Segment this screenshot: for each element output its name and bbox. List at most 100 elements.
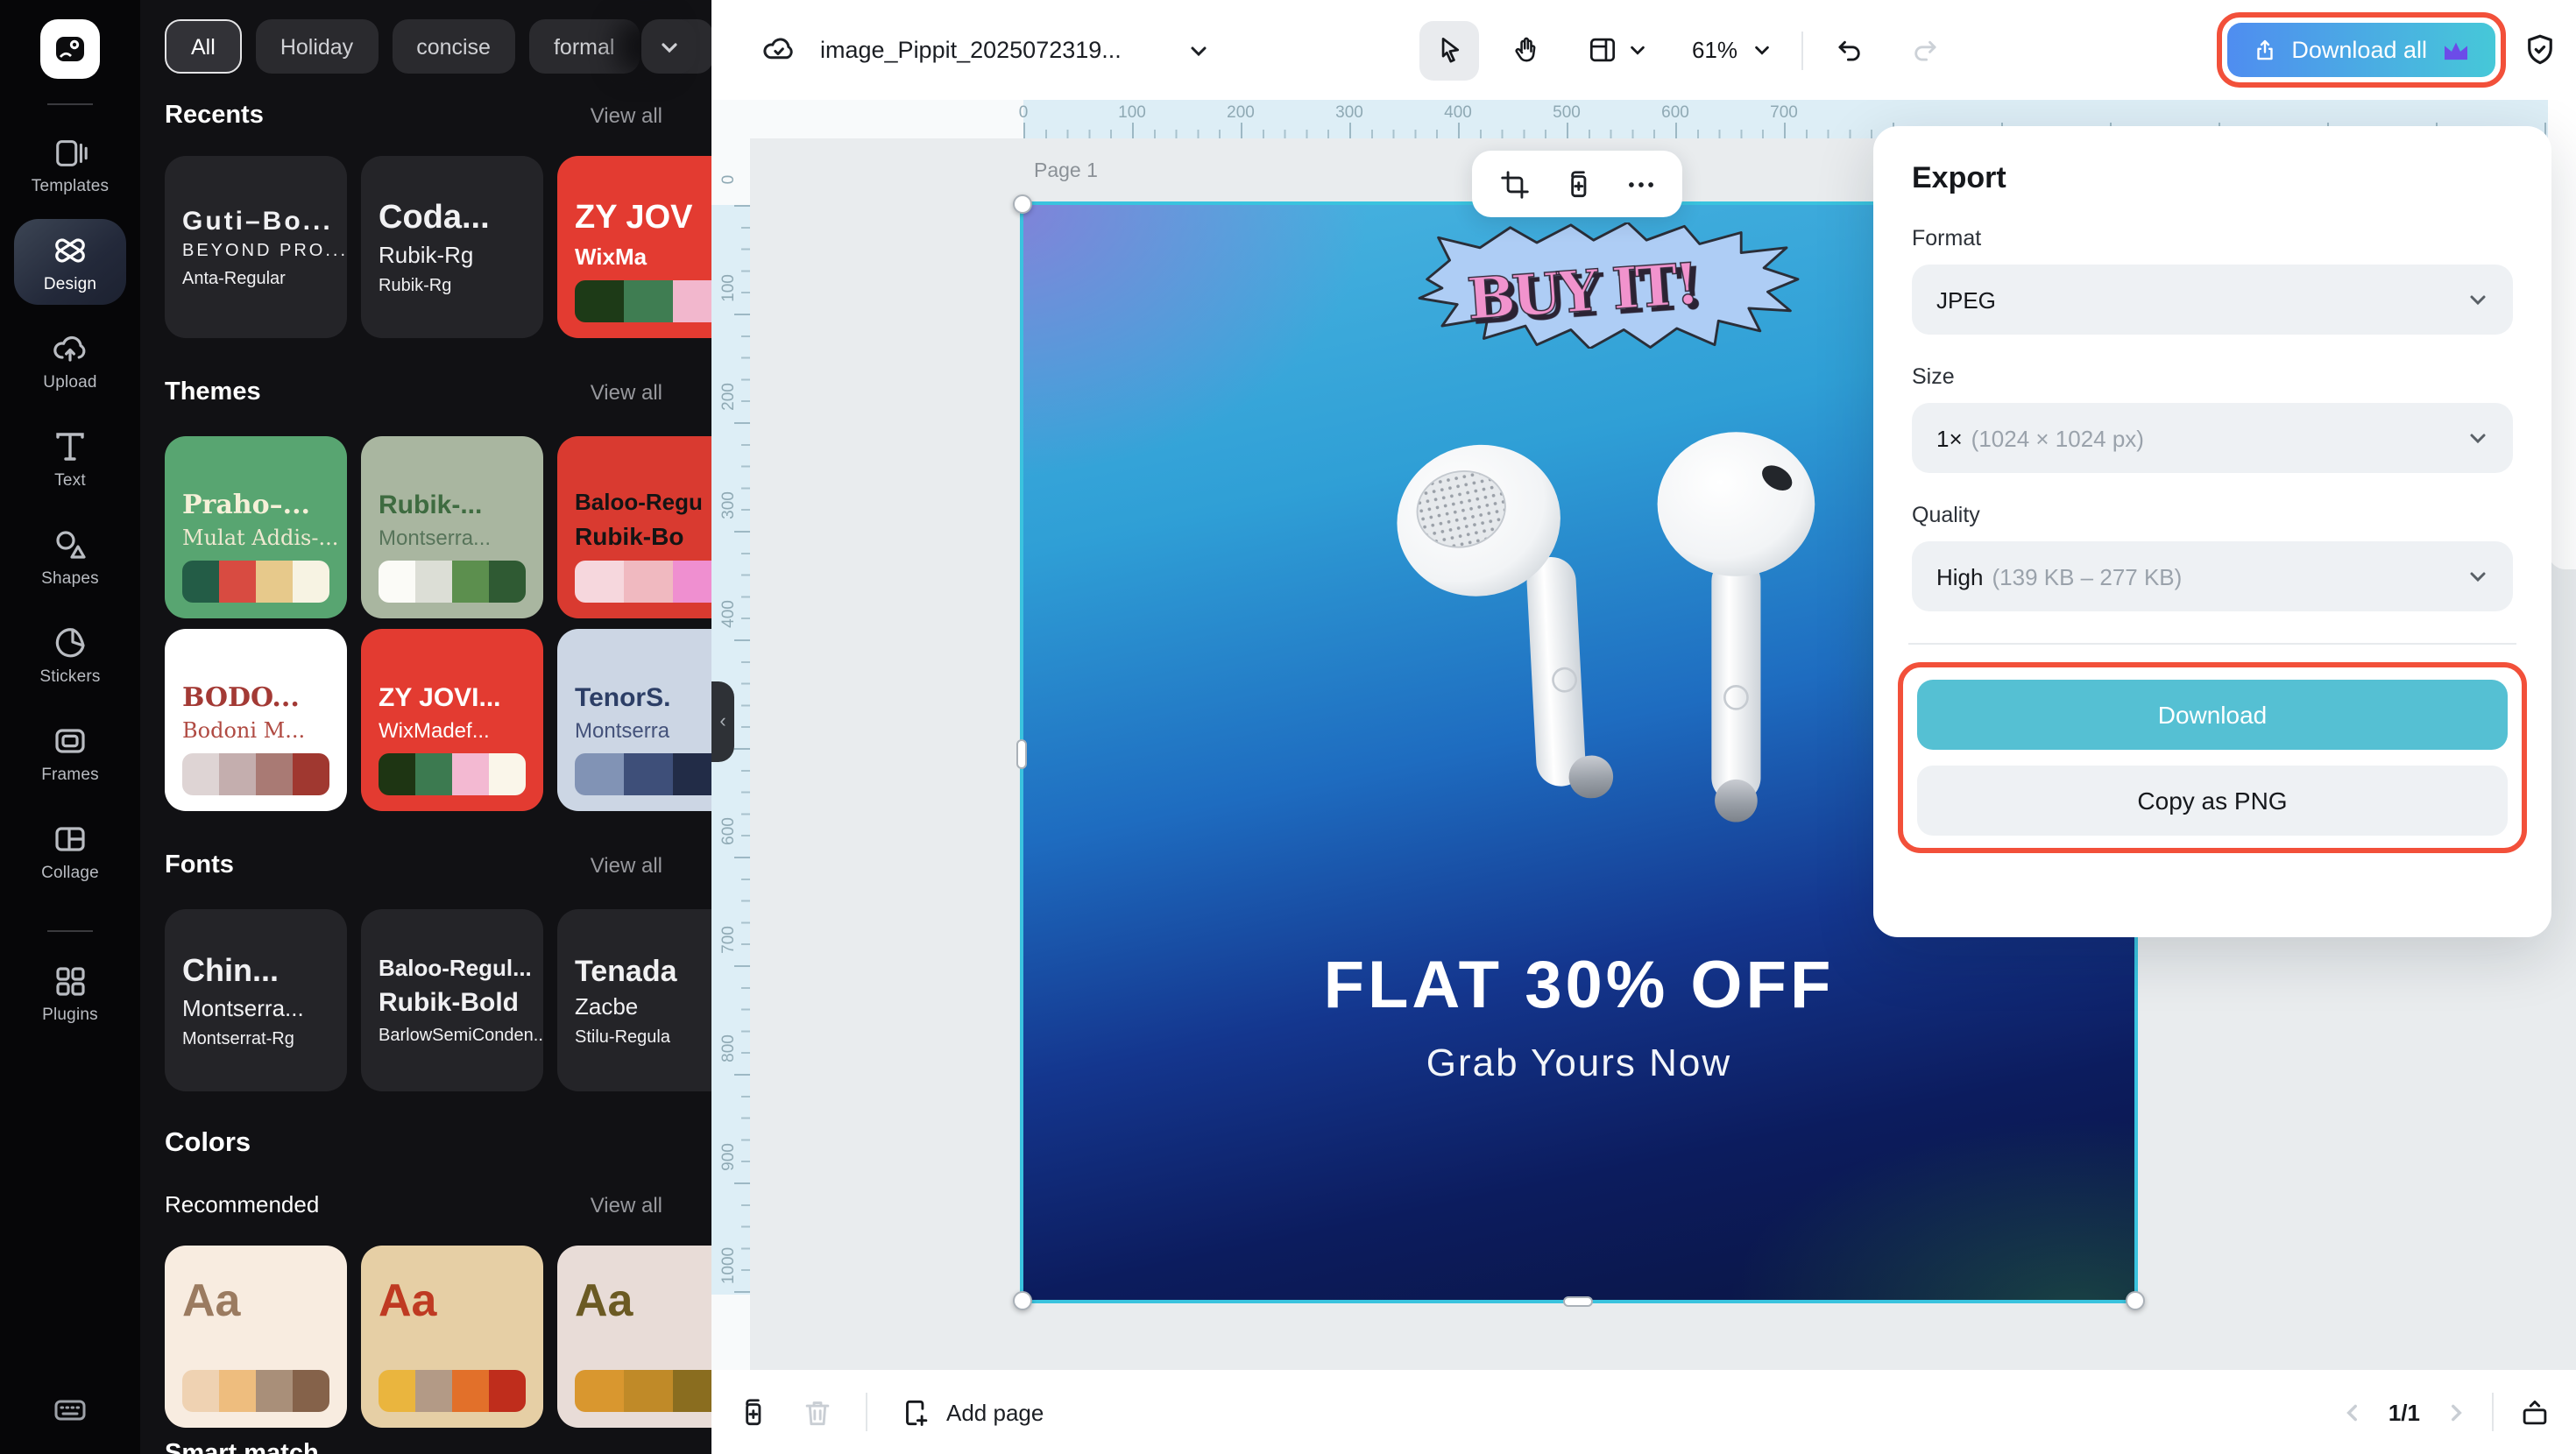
chips-expand-button[interactable] xyxy=(641,19,696,74)
delete-page-button[interactable] xyxy=(801,1395,834,1429)
add-page-button[interactable]: Add page xyxy=(899,1395,1044,1429)
sidebar-item-label: Frames xyxy=(41,766,99,785)
theme-card[interactable]: BODO... Bodoni M... xyxy=(165,629,347,811)
chip-formal[interactable]: formal xyxy=(529,19,639,74)
font-card[interactable]: Baloo-Regul... Rubik-Bold BarlowSemiCond… xyxy=(361,909,543,1091)
v-ruler-label: 200 xyxy=(719,362,739,432)
undo-button[interactable] xyxy=(1819,20,1879,80)
sidebar-item-text[interactable]: Text xyxy=(14,415,126,501)
sidebar-item-frames[interactable]: Frames xyxy=(14,709,126,795)
recent-card[interactable]: ZY JOV WixMa xyxy=(557,156,711,338)
card-meta: Anta-Regular xyxy=(182,270,329,289)
quality-select[interactable]: High (139 KB – 277 KB) xyxy=(1912,541,2513,611)
selection-handle-bottom-left[interactable] xyxy=(1013,1291,1032,1310)
document-title-menu[interactable] xyxy=(1188,0,1209,100)
download-all-highlight-ring: Download all xyxy=(2216,12,2506,88)
page-indicator: 1/1 xyxy=(2388,1399,2420,1425)
page-label[interactable]: Page 1 xyxy=(1034,161,1098,182)
v-ruler-label: 900 xyxy=(719,1122,739,1192)
selection-handle-bottom-right[interactable] xyxy=(2126,1291,2145,1310)
card-subtitle: Montserra... xyxy=(182,995,329,1021)
crop-button[interactable] xyxy=(1497,167,1531,201)
download-all-button[interactable]: Download all xyxy=(2226,23,2495,77)
select-tool-button[interactable] xyxy=(1419,20,1479,80)
cloud-sync-status[interactable] xyxy=(761,0,797,100)
quality-value: High xyxy=(1936,563,1984,589)
sidebar-item-plugins[interactable]: Plugins xyxy=(14,949,126,1035)
theme-card[interactable]: ZY JOVI... WixMadef... xyxy=(361,629,543,811)
keyboard-shortcuts-button[interactable] xyxy=(51,1391,89,1429)
buy-it-sticker[interactable]: BUY IT! xyxy=(1412,222,1805,349)
color-card[interactable]: Aa xyxy=(165,1246,347,1428)
download-all-label: Download all xyxy=(2291,37,2427,63)
v-ruler-label: 0 xyxy=(719,145,739,215)
chip-holiday[interactable]: Holiday xyxy=(256,19,378,74)
theme-card[interactable]: Baloo-Regu Rubik-Bo xyxy=(557,436,711,618)
aa-sample: Aa xyxy=(575,1274,711,1328)
more-options-button[interactable] xyxy=(1624,167,1657,201)
fullscreen-button[interactable] xyxy=(2518,1395,2551,1429)
zoom-level-button[interactable]: 61% xyxy=(1677,20,1786,80)
sidebar-item-design[interactable]: Design xyxy=(14,219,126,305)
export-icon xyxy=(2251,37,2277,63)
sidebar-item-upload[interactable]: Upload xyxy=(14,317,126,403)
panel-collapse-handle[interactable]: ‹ xyxy=(711,681,734,762)
recent-card[interactable]: Coda... Rubik-Rg Rubik-Rg xyxy=(361,156,543,338)
duplicate-page-button[interactable] xyxy=(736,1395,769,1429)
duplicate-button[interactable] xyxy=(1560,167,1594,201)
selection-handle-left[interactable] xyxy=(1016,739,1027,769)
font-card[interactable]: Tenada Zacbe Stilu-Regula xyxy=(557,909,711,1091)
card-title: Guti–Bo... xyxy=(182,207,329,237)
sidebar-item-stickers[interactable]: Stickers xyxy=(14,611,126,697)
download-button[interactable]: Download xyxy=(1917,680,2508,750)
chip-all[interactable]: All xyxy=(165,19,242,74)
content-safety-button[interactable] xyxy=(2522,32,2558,68)
theme-card[interactable]: Praho–... Mulat Addis-... xyxy=(165,436,347,618)
card-subtitle: Mulat Addis-... xyxy=(182,526,329,550)
themes-view-all[interactable]: View all xyxy=(591,380,662,405)
font-card[interactable]: Chin... Montserra... Montserrat-Rg xyxy=(165,909,347,1091)
sidebar-item-templates[interactable]: Templates xyxy=(14,123,126,207)
format-select[interactable]: JPEG xyxy=(1912,265,2513,335)
recent-card[interactable]: Guti–Bo... BEYOND PRO... Anta-Regular xyxy=(165,156,347,338)
app-logo[interactable] xyxy=(40,19,100,79)
colors-view-all[interactable]: View all xyxy=(591,1193,662,1218)
h-ruler-label: 500 xyxy=(1547,103,1586,123)
layout-tool-button[interactable] xyxy=(1570,20,1661,80)
promo-headline: FLAT 30% OFF xyxy=(1023,949,2134,1025)
chip-concise[interactable]: concise xyxy=(392,19,515,74)
selection-toolbar xyxy=(1472,151,1682,217)
add-page-label: Add page xyxy=(946,1399,1044,1425)
h-ruler-label: 400 xyxy=(1439,103,1477,123)
selection-handle-bottom[interactable] xyxy=(1563,1296,1593,1307)
card-subtitle: WixMadef... xyxy=(379,718,526,743)
premium-crown-icon xyxy=(2441,39,2471,61)
v-ruler-label: 1000 xyxy=(719,1231,739,1301)
theme-card[interactable]: Rubik-... Montserra... xyxy=(361,436,543,618)
recents-view-all[interactable]: View all xyxy=(591,103,662,128)
document-title[interactable]: image_Pippit_2025072319... xyxy=(820,0,1122,100)
sidebar-item-collage[interactable]: Collage xyxy=(14,808,126,893)
color-card[interactable]: Aa xyxy=(557,1246,711,1428)
undo-icon xyxy=(1832,33,1865,67)
sidebar-item-shapes[interactable]: Shapes xyxy=(14,513,126,599)
colors-row: Aa Aa Aa xyxy=(165,1246,711,1428)
copy-as-png-button[interactable]: Copy as PNG xyxy=(1917,766,2508,836)
redo-button[interactable] xyxy=(1894,20,1954,80)
toolbar-divider xyxy=(1801,31,1803,69)
color-card[interactable]: Aa xyxy=(361,1246,543,1428)
cloud-check-icon xyxy=(761,32,797,68)
format-value: JPEG xyxy=(1936,286,1996,313)
theme-card[interactable]: TenorS. Montserra xyxy=(557,629,711,811)
zoom-level: 61% xyxy=(1692,37,1737,63)
fonts-view-all[interactable]: View all xyxy=(591,853,662,878)
prev-page-button[interactable] xyxy=(2341,1401,2364,1423)
selection-handle-top-left[interactable] xyxy=(1013,194,1032,214)
chevron-down-icon xyxy=(1752,40,1771,60)
hand-tool-button[interactable] xyxy=(1495,20,1554,80)
chevron-down-icon xyxy=(1627,40,1646,60)
design-icon xyxy=(51,231,89,270)
size-select[interactable]: 1× (1024 × 1024 px) xyxy=(1912,403,2513,473)
card-subtitle: Montserra... xyxy=(379,526,526,550)
next-page-button[interactable] xyxy=(2445,1401,2467,1423)
